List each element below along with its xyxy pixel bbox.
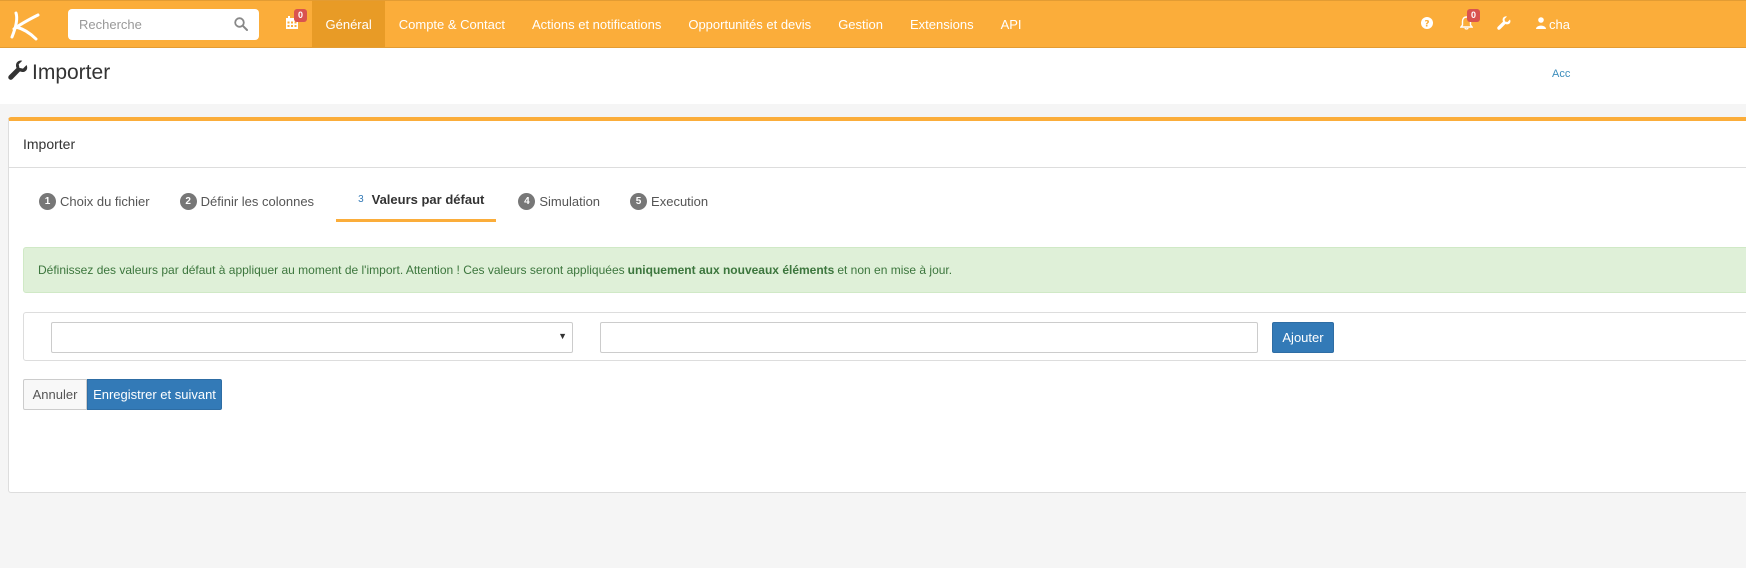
nav-item-api[interactable]: API — [987, 1, 1035, 47]
nav-item-compte-contact[interactable]: Compte & Contact — [385, 1, 518, 47]
page-title: Importer — [8, 60, 110, 86]
step-choix-fichier[interactable]: 1 Choix du fichier — [31, 180, 158, 222]
step-number: 4 — [518, 192, 536, 210]
nav-item-general[interactable]: Général — [312, 1, 386, 47]
default-value-row: ▼ Ajouter — [23, 312, 1746, 361]
save-next-button[interactable]: Enregistrer et suivant — [87, 379, 222, 410]
wrench-icon — [1497, 15, 1511, 33]
wrench-icon — [8, 60, 32, 86]
user-menu[interactable]: cha — [1536, 1, 1570, 47]
alert-text-after: et non en mise à jour. — [837, 263, 953, 277]
question-circle-icon: ? — [1421, 16, 1433, 32]
step-label: Execution — [651, 193, 709, 209]
step-valeurs-defaut[interactable]: 3 Valeurs par défaut — [336, 180, 497, 222]
search-icon[interactable] — [234, 17, 248, 31]
step-number: 2 — [179, 192, 197, 210]
step-label: Simulation — [539, 193, 601, 209]
step-number: 3 — [358, 194, 364, 205]
step-label: Choix du fichier — [60, 193, 150, 209]
main-nav: Général Compte & Contact Actions et noti… — [312, 1, 1035, 47]
nav-item-gestion[interactable]: Gestion — [825, 1, 897, 47]
calendar-badge: 0 — [294, 9, 308, 22]
cancel-button[interactable]: Annuler — [23, 379, 87, 410]
help-button[interactable]: ? — [1412, 1, 1442, 47]
top-navbar: 0 Général Compte & Contact Actions et no… — [0, 0, 1746, 48]
search-input[interactable] — [68, 9, 228, 40]
notifications-badge: 0 — [1467, 9, 1481, 22]
page-title-text: Importer — [32, 61, 111, 84]
add-button[interactable]: Ajouter — [1272, 322, 1334, 353]
page-header: Importer Acc — [0, 48, 1746, 104]
tools-button[interactable] — [1489, 1, 1519, 47]
svg-text:?: ? — [1424, 19, 1429, 29]
notifications-button[interactable]: 0 — [1451, 1, 1481, 47]
alert-text-before: Définissez des valeurs par défaut à appl… — [38, 263, 625, 277]
panel-heading: Importer — [9, 121, 1746, 168]
user-icon — [1536, 16, 1549, 32]
step-definir-colonnes[interactable]: 2 Définir les colonnes — [172, 180, 322, 222]
logo-icon[interactable] — [6, 9, 44, 41]
header-right-link[interactable]: Acc — [1552, 68, 1570, 80]
step-simulation[interactable]: 4 Simulation — [510, 180, 608, 222]
search-box — [68, 9, 259, 40]
field-select[interactable]: ▼ — [51, 322, 573, 353]
nav-item-actions-notifications[interactable]: Actions et notifications — [518, 1, 674, 47]
calendar-button[interactable]: 0 — [277, 1, 308, 47]
alert-text-bold: uniquement aux nouveaux éléments — [627, 263, 835, 277]
info-alert: Définissez des valeurs par défaut à appl… — [23, 247, 1746, 293]
import-panel: Importer 1 Choix du fichier 2 Définir le… — [8, 117, 1746, 493]
import-steps: 1 Choix du fichier 2 Définir les colonne… — [31, 180, 730, 222]
step-label: Définir les colonnes — [200, 193, 315, 209]
step-label: Valeurs par défaut — [371, 192, 485, 207]
step-number: 5 — [630, 192, 648, 210]
caret-down-icon: ▼ — [558, 331, 567, 341]
nav-item-extensions[interactable]: Extensions — [897, 1, 988, 47]
user-name: cha — [1549, 16, 1570, 32]
default-value-input[interactable] — [600, 322, 1258, 353]
step-number: 1 — [39, 192, 56, 210]
step-execution[interactable]: 5 Execution — [622, 180, 716, 222]
nav-item-opportunites-devis[interactable]: Opportunités et devis — [675, 1, 825, 47]
